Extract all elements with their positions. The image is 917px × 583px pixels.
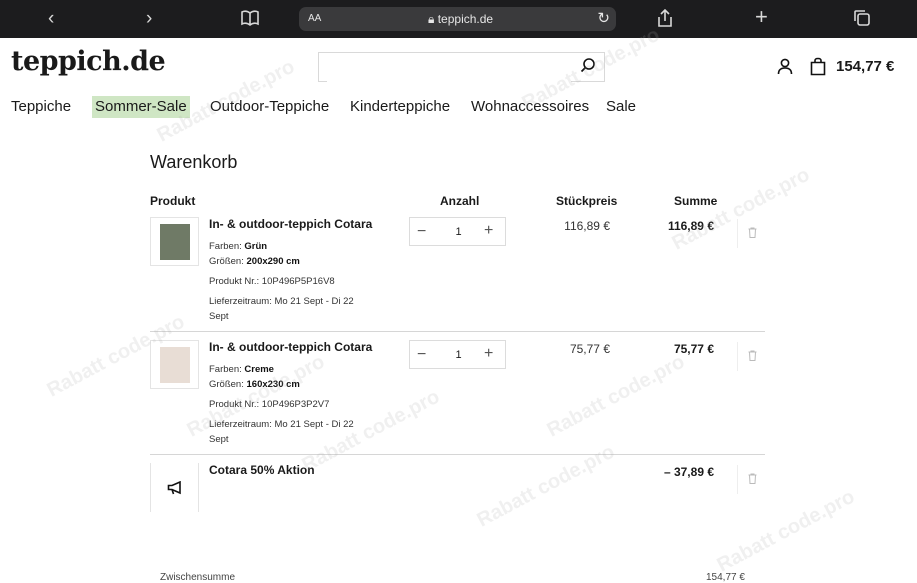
search-icon[interactable]	[580, 57, 596, 78]
unit-price: 116,89 €	[564, 219, 610, 233]
address-bar[interactable]: AA 🔒︎ teppich.de ↻	[299, 7, 616, 31]
row-divider	[150, 454, 765, 455]
product-size-label: Größen:	[209, 379, 244, 390]
product-size: Größen: 200x290 cm	[209, 256, 300, 267]
bookmarks-icon[interactable]	[240, 9, 260, 32]
cart-item-row: In- & outdoor-teppich Cotara Farben: Cre…	[150, 340, 765, 450]
search-input[interactable]	[327, 54, 571, 82]
product-delivery: Lieferzeitraum: Mo 21 Sept - Di 22	[209, 419, 354, 430]
product-sku: Produkt Nr.: 10P496P3P2V7	[209, 399, 330, 410]
product-image-swatch	[160, 224, 190, 260]
cart-total[interactable]: 154,77 €	[836, 58, 894, 75]
quantity-stepper: − 1 +	[409, 340, 506, 369]
nav-item-sommer-sale[interactable]: Sommer-Sale	[92, 96, 190, 118]
product-image[interactable]	[150, 340, 199, 389]
subtotal-value: 154,77 €	[706, 572, 745, 583]
product-delivery: Lieferzeitraum: Mo 21 Sept - Di 22	[209, 296, 354, 307]
product-size-label: Größen:	[209, 256, 244, 267]
column-header-total: Summe	[674, 194, 718, 208]
tabs-overview-icon[interactable]	[853, 9, 871, 32]
line-total: 75,77 €	[673, 342, 714, 356]
quantity-stepper: − 1 +	[409, 217, 506, 246]
nav-item-kinderteppiche[interactable]: Kinderteppiche	[347, 96, 453, 118]
product-sku: Produkt Nr.: 10P496P5P16V8	[209, 276, 335, 287]
cart-item-row: In- & outdoor-teppich Cotara Farben: Grü…	[150, 217, 765, 327]
quantity-increase-button[interactable]: +	[484, 222, 493, 240]
promo-icon-box	[150, 463, 199, 512]
nav-item-teppiche[interactable]: Teppiche	[8, 96, 74, 118]
subtotal-label: Zwischensumme	[160, 572, 236, 583]
nav-item-wohnaccessoires[interactable]: Wohnaccessoires	[468, 96, 592, 118]
product-color-label: Farben:	[209, 364, 242, 375]
product-color: Farben: Creme	[209, 364, 274, 375]
product-color-label: Farben:	[209, 241, 242, 252]
page-title: Warenkorb	[150, 152, 238, 172]
product-image[interactable]	[150, 217, 199, 266]
quantity-increase-button[interactable]: +	[484, 345, 493, 363]
product-delivery-cont: Sept	[209, 311, 229, 322]
delete-item-button[interactable]	[737, 342, 767, 371]
share-icon[interactable]	[657, 8, 673, 33]
back-icon[interactable]: ‹	[48, 9, 54, 29]
cart-bag-icon[interactable]	[809, 57, 827, 81]
product-name[interactable]: In- & outdoor-teppich Cotara	[209, 217, 372, 231]
unit-price: 75,77 €	[569, 342, 610, 356]
product-size: Größen: 160x230 cm	[209, 379, 300, 390]
promo-name: Cotara 50% Aktion	[209, 463, 315, 477]
product-delivery-cont: Sept	[209, 434, 229, 445]
column-header-unit-price: Stückpreis	[556, 194, 618, 208]
product-size-value: 200x290 cm	[246, 256, 300, 267]
row-divider	[150, 331, 765, 332]
delete-promo-button[interactable]	[737, 465, 767, 494]
forward-icon[interactable]: ›	[146, 9, 152, 29]
url-value: teppich.de	[437, 12, 494, 26]
site-logo[interactable]: teppich.de	[11, 46, 166, 77]
promo-discount: – 37,89 €	[663, 465, 714, 479]
nav-item-outdoor-teppiche[interactable]: Outdoor-Teppiche	[207, 96, 332, 118]
url-text: 🔒︎ teppich.de	[428, 12, 494, 26]
product-image-swatch	[160, 347, 190, 383]
delete-item-button[interactable]	[737, 219, 767, 248]
line-total: 116,89 €	[667, 219, 714, 233]
promo-row: Cotara 50% Aktion – 37,89 €	[150, 463, 765, 513]
nav-item-sale[interactable]: Sale	[603, 96, 639, 118]
megaphone-icon	[167, 481, 181, 495]
reader-aa-button[interactable]: AA	[308, 13, 321, 24]
search-box	[318, 52, 605, 82]
browser-toolbar: ‹ › AA 🔒︎ teppich.de ↻ +	[0, 0, 917, 38]
column-header-qty: Anzahl	[440, 194, 480, 208]
product-color-value: Creme	[244, 364, 274, 375]
product-size-value: 160x230 cm	[246, 379, 300, 390]
trash-icon	[748, 227, 757, 238]
product-color-value: Grün	[244, 241, 268, 252]
reload-icon[interactable]: ↻	[597, 9, 610, 27]
product-color: Farben: Grün	[209, 241, 267, 252]
new-tab-icon[interactable]: +	[755, 6, 768, 28]
product-name[interactable]: In- & outdoor-teppich Cotara	[209, 340, 372, 354]
trash-icon	[748, 473, 757, 484]
account-icon[interactable]	[776, 57, 794, 80]
trash-icon	[748, 350, 757, 361]
column-header-product: Produkt	[150, 194, 196, 208]
